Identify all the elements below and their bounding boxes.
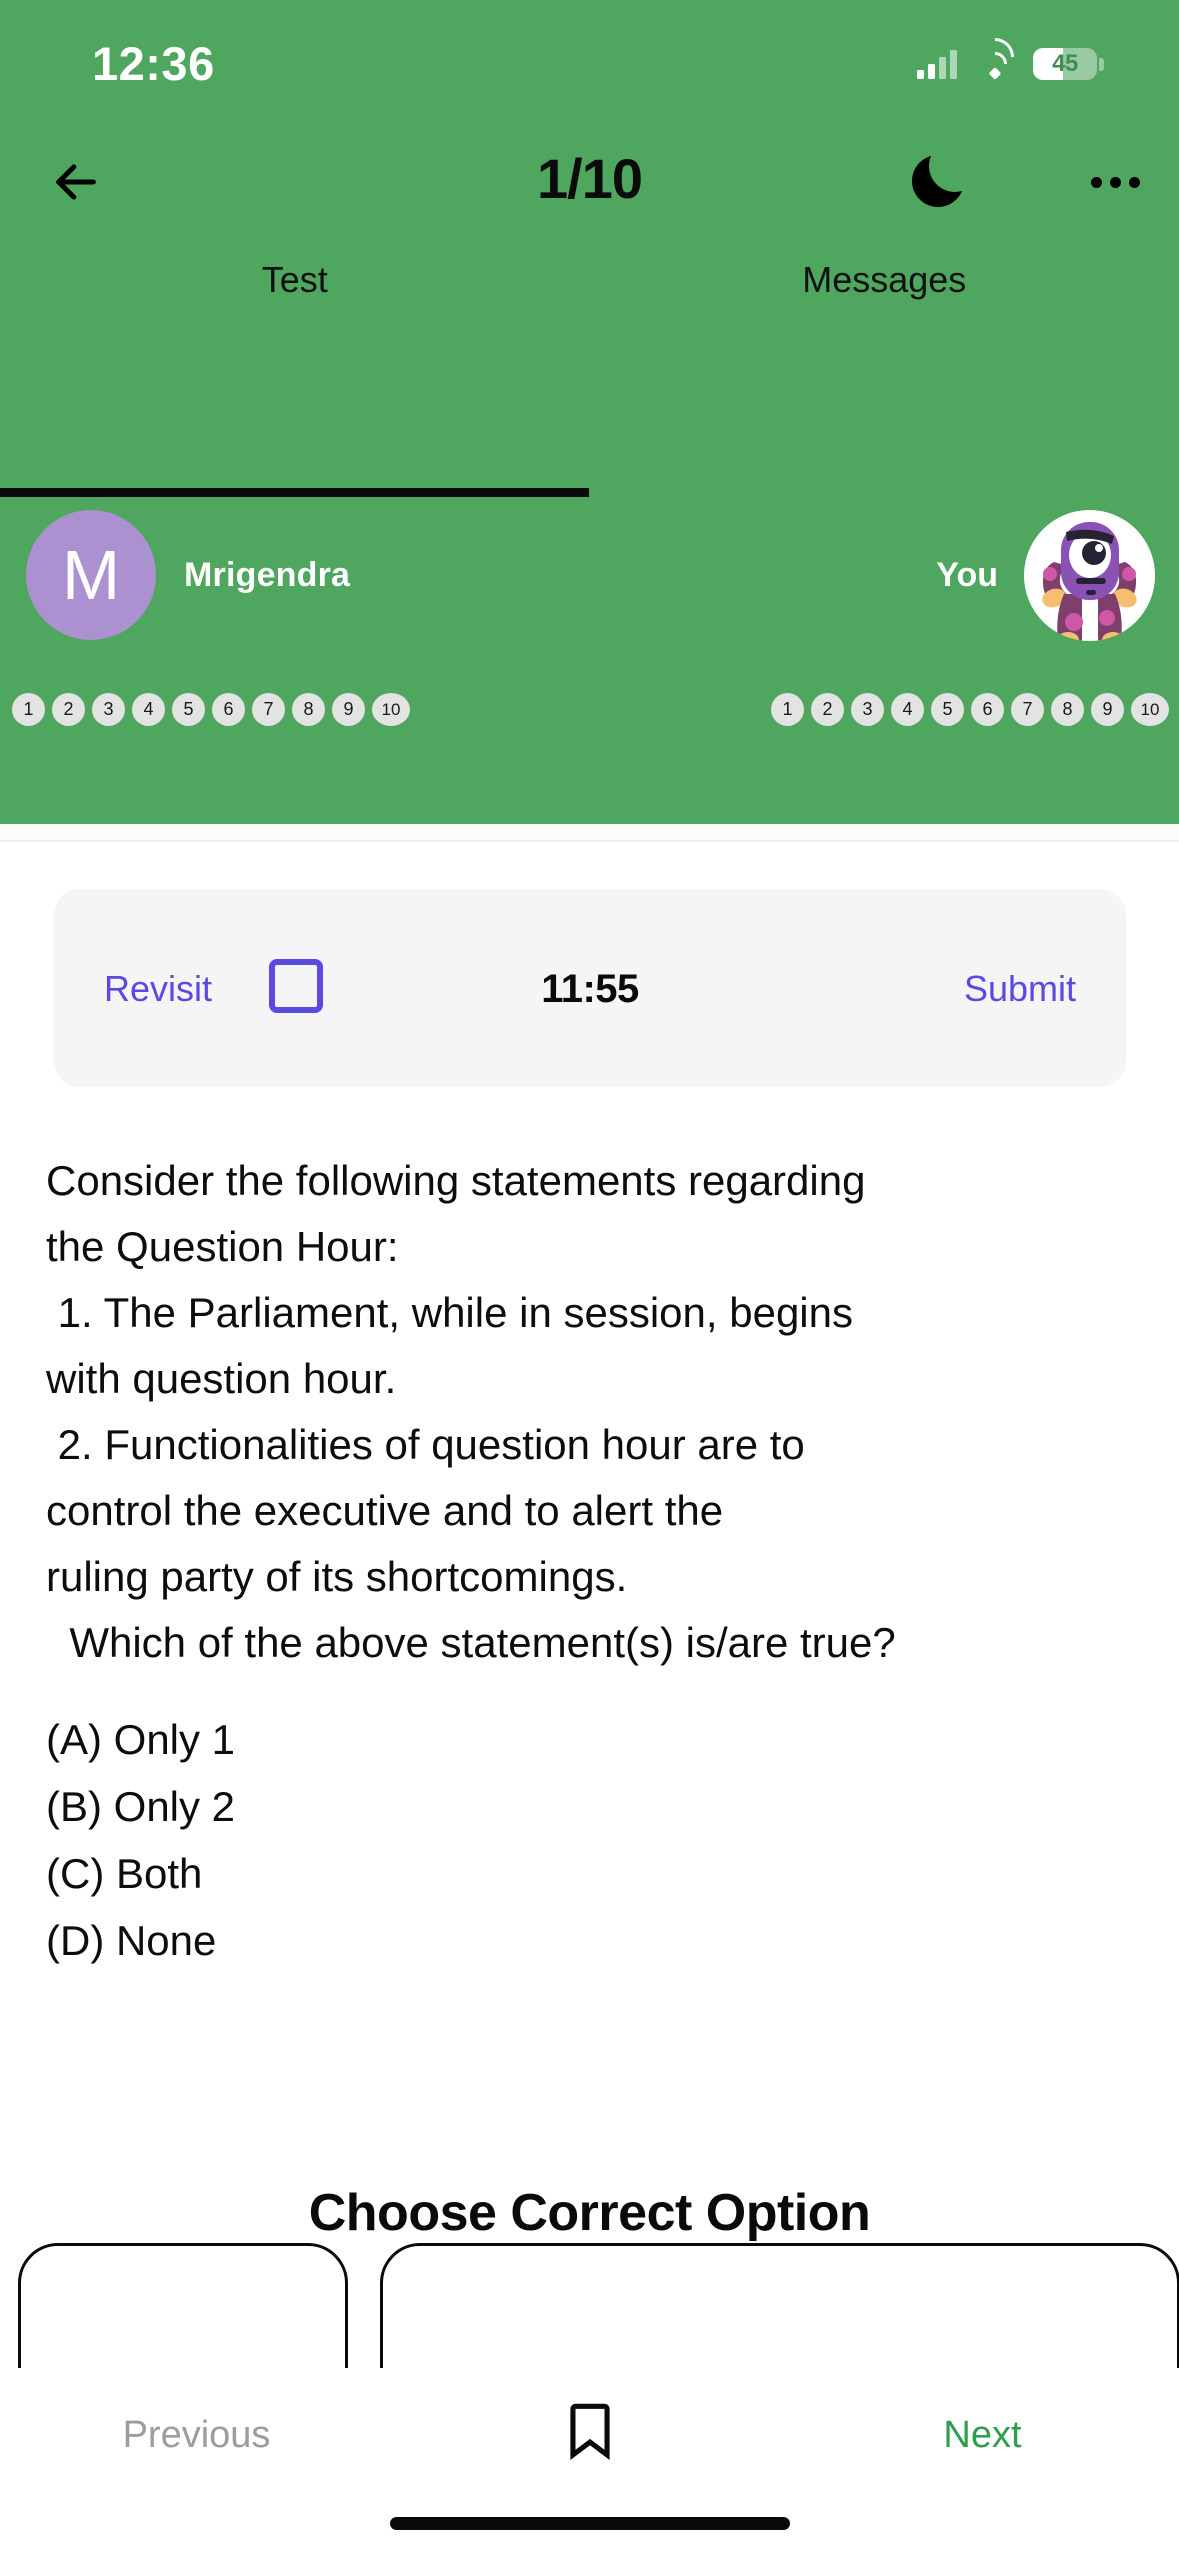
pill[interactable]: 3 — [851, 693, 884, 726]
wifi-icon — [968, 30, 1022, 84]
pill[interactable]: 5 — [931, 693, 964, 726]
pill[interactable]: 3 — [92, 693, 125, 726]
pill[interactable]: 8 — [1051, 693, 1084, 726]
option-b: (B) Only 2 — [46, 1783, 236, 1830]
pill[interactable]: 10 — [1131, 693, 1169, 726]
tab-bar: Test Messages — [0, 245, 1179, 355]
tab-test[interactable]: Test — [0, 245, 590, 355]
more-options-button[interactable] — [1069, 136, 1161, 228]
question-line: with question hour. — [46, 1355, 397, 1402]
dark-mode-toggle[interactable] — [893, 136, 983, 226]
battery-icon: 45 — [1033, 48, 1104, 80]
question-text: Consider the following statements regard… — [46, 1148, 1136, 1676]
pill[interactable]: 4 — [891, 693, 924, 726]
pill[interactable]: 1 — [771, 693, 804, 726]
green-header: 12:36 45 1/10 Test Messages M Mrigendra … — [0, 0, 1179, 824]
pill[interactable]: 5 — [172, 693, 205, 726]
pill[interactable]: 4 — [132, 693, 165, 726]
tab-active-indicator — [0, 488, 589, 497]
previous-button[interactable]: Previous — [0, 2414, 393, 2457]
self-player[interactable]: You — [936, 510, 1155, 641]
page-counter: 1/10 — [537, 147, 643, 210]
submit-button[interactable]: Submit — [964, 968, 1076, 1010]
question-line: the Question Hour: — [46, 1223, 399, 1270]
pill[interactable]: 10 — [372, 693, 410, 726]
quiz-control-card: Revisit 11:55 Submit — [54, 889, 1126, 1087]
battery-percent-label: 45 — [1052, 50, 1078, 77]
opponent-avatar: M — [26, 510, 156, 640]
pill[interactable]: 2 — [811, 693, 844, 726]
question-options-list: (A) Only 1 (B) Only 2 (C) Both (D) None — [46, 1706, 1136, 1974]
pill[interactable]: 9 — [332, 693, 365, 726]
bookmark-button[interactable] — [393, 2402, 786, 2460]
top-nav-row: 1/10 — [0, 128, 1179, 238]
question-line: Consider the following statements regard… — [46, 1157, 866, 1204]
question-line: 2. Functionalities of question hour are … — [46, 1421, 805, 1468]
bottom-navigation: Previous Next — [0, 2368, 1179, 2556]
tab-messages[interactable]: Messages — [590, 245, 1179, 355]
pill[interactable]: 7 — [252, 693, 285, 726]
status-bar-time: 12:36 — [92, 37, 215, 90]
pill[interactable]: 7 — [1011, 693, 1044, 726]
opponent-question-pills: 1 2 3 4 5 6 7 8 9 10 — [12, 693, 410, 726]
pill[interactable]: 6 — [971, 693, 1004, 726]
pill[interactable]: 9 — [1091, 693, 1124, 726]
home-indicator — [389, 2517, 790, 2530]
bookmark-icon — [569, 2403, 610, 2460]
pill[interactable]: 2 — [52, 693, 85, 726]
next-button[interactable]: Next — [786, 2414, 1179, 2457]
opponent-name: Mrigendra — [184, 555, 351, 594]
self-name: You — [936, 556, 998, 594]
question-line: ruling party of its shortcomings. — [46, 1553, 628, 1600]
header-separator — [0, 824, 1179, 842]
players-row: M Mrigendra You 1 2 3 4 5 6 7 8 9 10 1 2… — [0, 510, 1179, 824]
self-avatar — [1024, 510, 1155, 641]
option-c: (C) Both — [46, 1850, 203, 1897]
status-bar-indicators: 45 — [917, 30, 1104, 84]
moon-icon — [912, 155, 964, 207]
pill[interactable]: 8 — [292, 693, 325, 726]
choose-option-prompt: Choose Correct Option — [308, 2184, 871, 2242]
status-bar: 12:36 45 — [0, 0, 1179, 118]
option-a: (A) Only 1 — [46, 1716, 236, 1763]
question-line: control the executive and to alert the — [46, 1487, 724, 1534]
cellular-signal-icon — [917, 49, 957, 79]
self-question-pills: 1 2 3 4 5 6 7 8 9 10 — [771, 693, 1169, 726]
opponent-player[interactable]: M Mrigendra — [26, 510, 350, 640]
more-options-icon — [1090, 176, 1102, 188]
cyclops-monster-avatar — [1024, 510, 1155, 641]
question-line: Which of the above statement(s) is/are t… — [46, 1619, 896, 1666]
pill[interactable]: 6 — [212, 693, 245, 726]
option-d: (D) None — [46, 1917, 217, 1964]
pill[interactable]: 1 — [12, 693, 45, 726]
question-line: 1. The Parliament, while in session, beg… — [46, 1289, 853, 1336]
app-screen: 12:36 45 1/10 Test Messages M Mrigendra … — [0, 0, 1179, 2556]
